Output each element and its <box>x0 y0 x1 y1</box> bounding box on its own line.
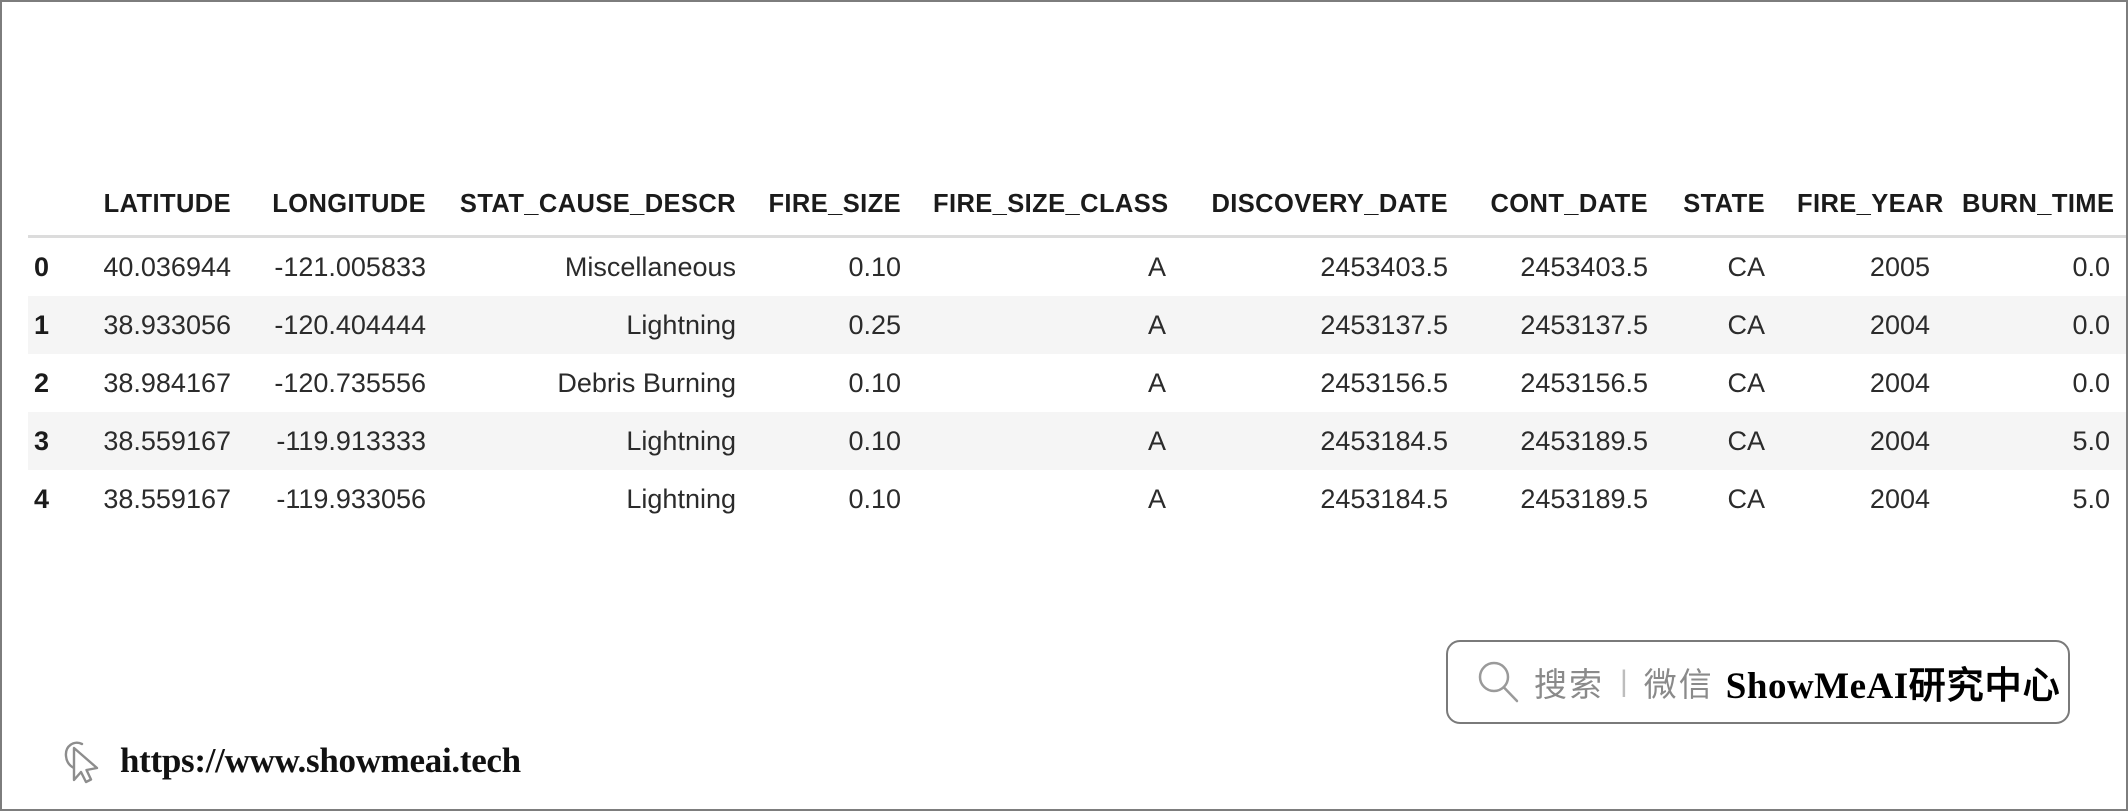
cell-latitude: 40.036944 <box>103 251 231 282</box>
cell-state: CA <box>1727 367 1765 398</box>
cell-fire-size: 0.10 <box>848 367 901 398</box>
table-header: LATITUDE LONGITUDE STAT_CAUSE_DESCR FIRE… <box>28 190 2126 237</box>
cell-longitude: -120.404444 <box>247 296 442 354</box>
dataframe-table: LATITUDE LONGITUDE STAT_CAUSE_DESCR FIRE… <box>28 190 2126 528</box>
column-header-fire-size: FIRE_SIZE <box>768 190 901 218</box>
cell-stat-cause-descr: Debris Burning <box>557 367 736 398</box>
cell-fire-size-class: A <box>1147 251 1166 282</box>
row-index: 2 <box>34 367 50 398</box>
table-body: 0 40.036944 -121.005833 Miscellaneous 0.… <box>28 237 2126 529</box>
row-index: 0 <box>34 251 50 282</box>
watermark-search-label: 搜索 <box>1534 665 1604 704</box>
table-row: 4 38.559167 -119.933056 Lightning 0.10 A… <box>28 470 2126 528</box>
cell-cont-date: 2453156.5 <box>1520 367 1648 398</box>
column-header-index <box>28 190 72 237</box>
table-row: 0 40.036944 -121.005833 Miscellaneous 0.… <box>28 237 2126 297</box>
column-header-latitude: LATITUDE <box>103 190 231 218</box>
cell-state: CA <box>1727 483 1765 514</box>
cell-state: CA <box>1664 412 1781 470</box>
cell-longitude: -119.913333 <box>247 412 442 470</box>
dataframe-container: LATITUDE LONGITUDE STAT_CAUSE_DESCR FIRE… <box>28 190 2126 528</box>
cell-burn-time: 5.0 <box>1946 412 2126 470</box>
column-header-state: STATE <box>1683 190 1765 218</box>
row-index: 4 <box>34 483 50 514</box>
screenshot-canvas: LATITUDE LONGITUDE STAT_CAUSE_DESCR FIRE… <box>0 0 2128 811</box>
cell-fire-size: 0.10 <box>848 483 901 514</box>
cell-fire-size-class: A <box>1147 483 1166 514</box>
cell-burn-time: 0.0 <box>2072 367 2110 398</box>
cell-fire-size: 0.10 <box>752 412 917 470</box>
footer-url-text: https://www.showmeai.tech <box>120 741 521 780</box>
cell-state: CA <box>1727 251 1765 282</box>
cell-fire-size: 0.10 <box>848 251 901 282</box>
watermark-brand-cn: 研究中心 <box>1908 664 2061 707</box>
cell-fire-year: 2004 <box>1781 296 1946 354</box>
column-header-longitude: LONGITUDE <box>272 190 426 218</box>
cell-longitude: -120.735556 <box>274 367 426 398</box>
cell-discovery-date: 2453137.5 <box>1182 296 1464 354</box>
watermark-channel-label: 微信 <box>1643 665 1714 704</box>
cell-fire-size-class: A <box>1147 367 1166 398</box>
table-header-row: LATITUDE LONGITUDE STAT_CAUSE_DESCR FIRE… <box>28 190 2126 237</box>
cell-state: CA <box>1664 296 1781 354</box>
cell-fire-year: 2004 <box>1781 412 1946 470</box>
cell-discovery-date: 2453184.5 <box>1182 412 1464 470</box>
cell-latitude: 38.984167 <box>103 367 231 398</box>
table-row: 2 38.984167 -120.735556 Debris Burning 0… <box>28 354 2126 412</box>
table-row: 3 38.559167 -119.913333 Lightning 0.10 A… <box>28 412 2126 470</box>
column-header-stat-cause-descr: STAT_CAUSE_DESCR <box>459 190 736 218</box>
cell-latitude: 38.933056 <box>72 296 247 354</box>
cell-discovery-date: 2453184.5 <box>1320 483 1448 514</box>
cell-longitude: -121.005833 <box>274 251 426 282</box>
watermark-search-pill: 搜索 | 微信 ShowMeAI研究中心 <box>1446 640 2070 724</box>
column-header-discovery-date: DISCOVERY_DATE <box>1211 190 1448 218</box>
cell-burn-time: 0.0 <box>1946 296 2126 354</box>
column-header-fire-size-class: FIRE_SIZE_CLASS <box>933 190 1169 218</box>
cell-longitude: -119.933056 <box>276 483 426 514</box>
cell-fire-size: 0.25 <box>752 296 917 354</box>
cell-stat-cause-descr: Lightning <box>442 296 752 354</box>
cell-fire-size-class: A <box>917 296 1182 354</box>
cell-fire-year: 2005 <box>1869 251 1930 282</box>
cell-cont-date: 2453137.5 <box>1464 296 1664 354</box>
cell-burn-time: 5.0 <box>2072 483 2110 514</box>
watermark-separator: | <box>1620 665 1628 698</box>
cell-cont-date: 2453403.5 <box>1520 251 1648 282</box>
cell-cont-date: 2453189.5 <box>1464 412 1664 470</box>
cell-discovery-date: 2453403.5 <box>1320 251 1448 282</box>
cell-latitude: 38.559167 <box>103 483 231 514</box>
cell-stat-cause-descr: Lightning <box>442 412 752 470</box>
cell-burn-time: 0.0 <box>2072 251 2110 282</box>
column-header-fire-year: FIRE_YEAR <box>1797 190 1944 218</box>
cell-discovery-date: 2453156.5 <box>1320 367 1448 398</box>
cursor-arrow-icon <box>64 741 99 784</box>
row-index: 3 <box>28 412 72 470</box>
cell-latitude: 38.559167 <box>72 412 247 470</box>
cell-stat-cause-descr: Miscellaneous <box>564 251 736 282</box>
search-icon <box>1478 661 1519 703</box>
cell-stat-cause-descr: Lightning <box>626 483 736 514</box>
cell-fire-year: 2004 <box>1869 483 1930 514</box>
footer-url-row: https://www.showmeai.tech <box>60 736 521 786</box>
cell-cont-date: 2453189.5 <box>1520 483 1648 514</box>
cell-fire-year: 2004 <box>1869 367 1930 398</box>
table-row: 1 38.933056 -120.404444 Lightning 0.25 A… <box>28 296 2126 354</box>
cell-fire-size-class: A <box>917 412 1182 470</box>
row-index: 1 <box>28 296 72 354</box>
watermark-brand-en: ShowMeAI <box>1725 666 1909 707</box>
column-header-burn-time: BURN_TIME <box>1962 190 2115 218</box>
watermark-brand: ShowMeAI研究中心 <box>1726 655 2061 709</box>
column-header-cont-date: CONT_DATE <box>1490 190 1648 218</box>
